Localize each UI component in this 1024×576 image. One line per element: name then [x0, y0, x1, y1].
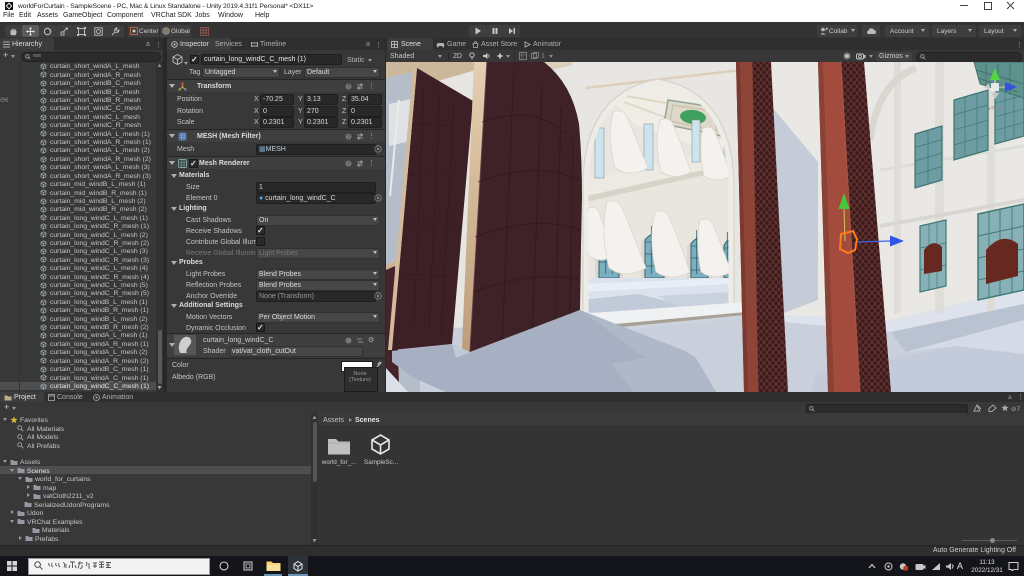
- svg-text:?: ?: [347, 85, 350, 91]
- svg-text:?: ?: [347, 162, 350, 168]
- svg-text:?: ?: [347, 135, 350, 141]
- svg-text:◂ Persp: ◂ Persp: [987, 106, 1006, 112]
